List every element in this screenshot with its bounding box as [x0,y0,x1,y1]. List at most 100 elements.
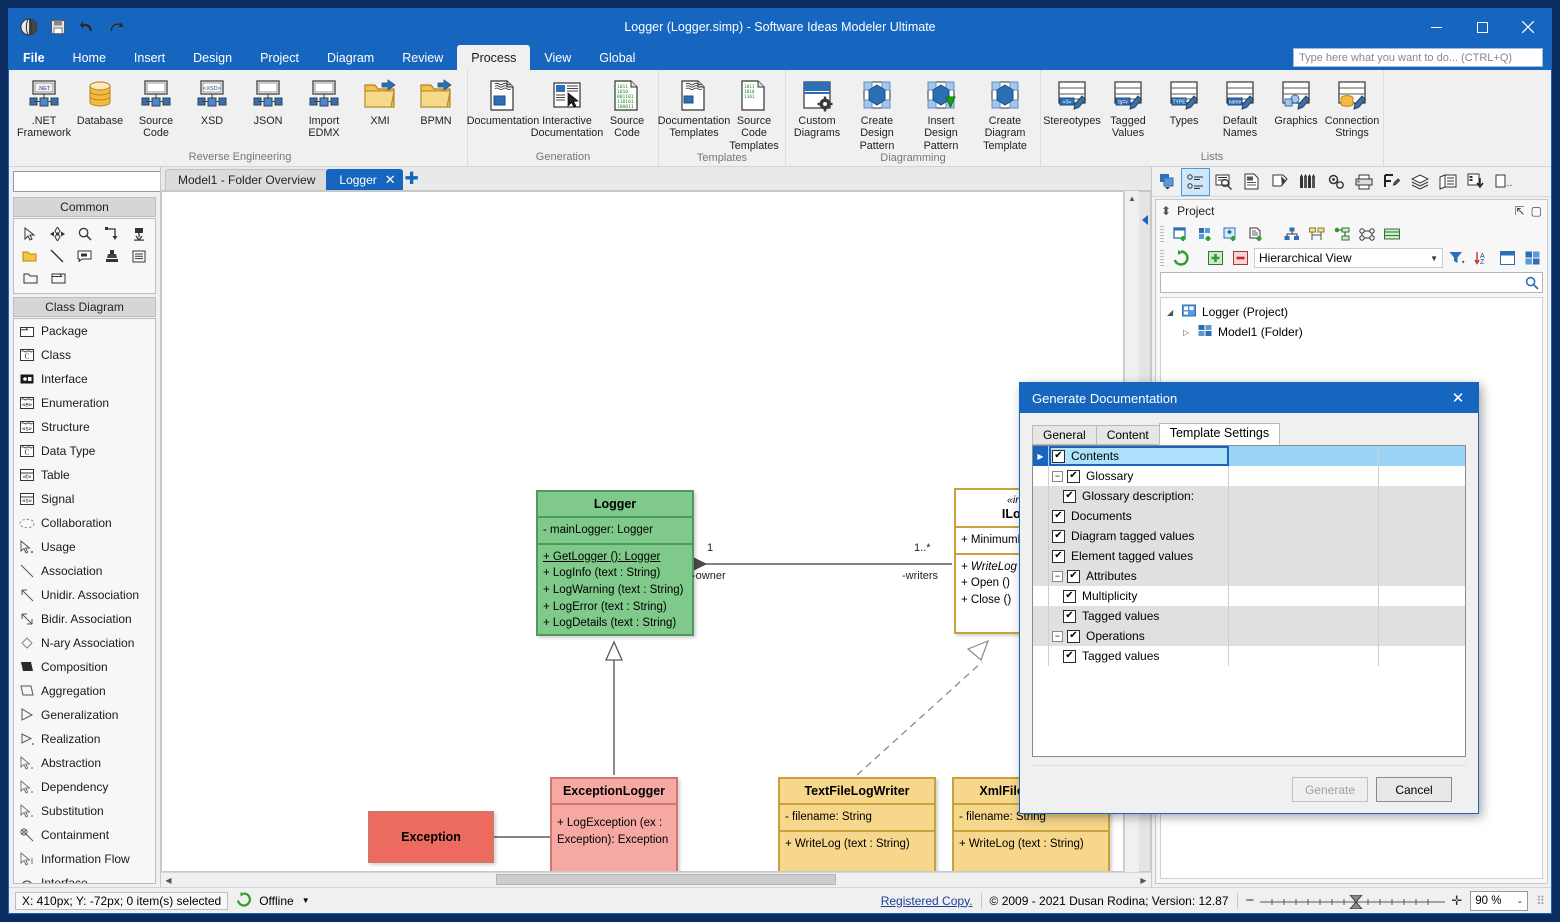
row-checkbox[interactable]: ✔ [1063,589,1076,603]
activity-diagram-icon[interactable] [1331,224,1353,244]
generate-button[interactable]: Generate [1292,777,1368,802]
uml-class-exceptionlogger[interactable]: ExceptionLogger + LogException (ex : Exc… [550,777,678,871]
row-extra-cell[interactable] [1379,546,1465,566]
row-extra-cell[interactable] [1379,526,1465,546]
row-value-cell[interactable] [1229,466,1379,486]
list-icon[interactable] [127,246,152,266]
scroll-up-icon[interactable]: ▲ [1125,191,1139,206]
properties-icon[interactable] [1322,169,1349,195]
ribbon-tab-design[interactable]: Design [179,45,246,70]
toolbox-item-aggregation[interactable]: Aggregation [14,679,155,703]
toolbox-item-data-type[interactable]: C Data Type [14,439,155,463]
row-value-cell[interactable] [1229,546,1379,566]
toolbox-item-bidir-association[interactable]: Bidir. Association [14,607,155,631]
row-label-cell[interactable]: ✔ Documents [1049,506,1229,526]
expander-icon[interactable]: − [1052,470,1063,482]
connector-icon[interactable] [99,224,124,244]
row-label-cell[interactable]: ✔ Multiplicity [1049,586,1229,606]
ribbon-button-bpmn[interactable]: BPMN [408,74,464,127]
row-label-cell[interactable]: − ✔ Attributes [1049,566,1229,586]
template-settings-row[interactable]: ✔ Tagged values [1033,606,1465,626]
ribbon-tab-insert[interactable]: Insert [120,45,179,70]
folder-icon[interactable] [45,268,71,288]
document-tab-logger[interactable]: Logger ✕ [326,169,403,190]
row-value-cell[interactable] [1229,446,1379,466]
filter-icon[interactable] [1446,248,1468,268]
row-label-cell[interactable]: ✔ Tagged values [1049,646,1229,666]
toolbox-item-structure[interactable]: «s» Structure [14,415,155,439]
uml-class-logger[interactable]: Logger - mainLogger: Logger + GetLogger … [536,490,694,636]
row-checkbox[interactable]: ✔ [1052,449,1065,463]
toolbox-item-usage[interactable]: Usage [14,535,155,559]
row-checkbox[interactable]: ✔ [1063,489,1076,503]
ribbon-button-create-diagram-template[interactable]: Create Diagram Template [973,74,1037,152]
line-icon[interactable] [44,246,69,266]
template-settings-row[interactable]: ✔ Tagged values [1033,646,1465,666]
redo-icon[interactable] [106,17,126,37]
canvas-horizontal-scrollbar[interactable]: ◀ ▶ [161,872,1151,887]
row-value-cell[interactable] [1229,526,1379,546]
row-extra-cell[interactable] [1379,606,1465,626]
ribbon-button-xsd[interactable]: <XSD> XSD [184,74,240,127]
row-extra-cell[interactable] [1379,506,1465,526]
row-label-cell[interactable]: ✔ Diagram tagged values [1049,526,1229,546]
zoom-level-select[interactable]: 90 % ⌄ [1470,890,1529,911]
close-button[interactable] [1505,9,1551,45]
sync-icon[interactable] [236,891,252,910]
row-selector[interactable] [1033,526,1049,546]
project-search-input[interactable] [1160,272,1521,293]
panel-dock-icon[interactable]: ⬍ [1161,204,1171,218]
ribbon-button-default-names[interactable]: name Default Names [1212,74,1268,140]
ribbon-tab-project[interactable]: Project [246,45,313,70]
toolbox-item-package[interactable]: Package [14,319,155,343]
row-selector[interactable] [1033,626,1049,646]
template-settings-row[interactable]: ✔ Documents [1033,506,1465,526]
toolbox-item-abstraction[interactable]: Abstraction [14,751,155,775]
tab-general[interactable]: General [1032,425,1097,445]
row-label-cell[interactable]: − ✔ Glossary [1049,466,1229,486]
usecase-diagram-icon[interactable] [1356,224,1378,244]
ribbon-button-source-code-templates[interactable]: 1011 1010 1101 Source Code Templates [726,74,782,152]
toolbox-item-substitution[interactable]: Substitution [14,799,155,823]
new-document-icon[interactable] [1245,224,1267,244]
model-explorer-icon[interactable] [1210,169,1237,195]
row-value-cell[interactable] [1229,566,1379,586]
row-value-cell[interactable] [1229,486,1379,506]
class-diagram-icon[interactable] [1281,224,1303,244]
zoom-track[interactable] [1260,894,1446,909]
row-label-cell[interactable]: ✔ Contents [1049,446,1229,466]
project-tree-icon[interactable] [1181,167,1210,196]
view-mode-select[interactable]: Hierarchical View ▼ [1254,248,1443,268]
ribbon-tab-view[interactable]: View [530,45,585,70]
toolbar-grip[interactable] [1160,250,1164,266]
add-tab-button[interactable]: ✚ [401,169,423,190]
row-selector[interactable] [1033,506,1049,526]
row-extra-cell[interactable] [1379,646,1465,666]
online-state-label[interactable]: Offline [259,894,293,908]
tell-me-search[interactable]: Type here what you want to do... (CTRL+Q… [1293,48,1543,67]
toolbox-item-signal[interactable]: «s» Signal [14,487,155,511]
toolbox-item-unidir-association[interactable]: Unidir. Association [14,583,155,607]
row-value-cell[interactable] [1229,626,1379,646]
collapse-icon[interactable] [1496,248,1518,268]
add-icon[interactable] [1204,248,1226,268]
row-extra-cell[interactable] [1379,566,1465,586]
chevron-down-icon[interactable]: ⌄ [1517,896,1524,905]
new-model-icon[interactable] [1195,224,1217,244]
ribbon-button-xmi[interactable]: XMI [352,74,408,127]
registered-copy-link[interactable]: Registered Copy. [881,894,973,908]
toolbox-item-association[interactable]: Association [14,559,155,583]
project-search[interactable] [1160,272,1543,293]
toolbar-grip[interactable] [1160,226,1164,242]
save-icon[interactable] [48,17,68,37]
toolbox-item-n-ary-association[interactable]: N-ary Association [14,631,155,655]
ribbon-tab-review[interactable]: Review [388,45,457,70]
cancel-button[interactable]: Cancel [1376,777,1452,802]
expander-icon[interactable]: ◢ [1167,308,1177,317]
scroll-right-icon[interactable]: ▶ [1136,876,1151,885]
row-selector[interactable] [1033,586,1049,606]
document-tab-model1[interactable]: Model1 - Folder Overview [165,169,329,190]
template-settings-row[interactable]: ✔ Glossary description: [1033,486,1465,506]
row-selector[interactable] [1033,606,1049,626]
toolbox-item-dependency[interactable]: Dependency [14,775,155,799]
